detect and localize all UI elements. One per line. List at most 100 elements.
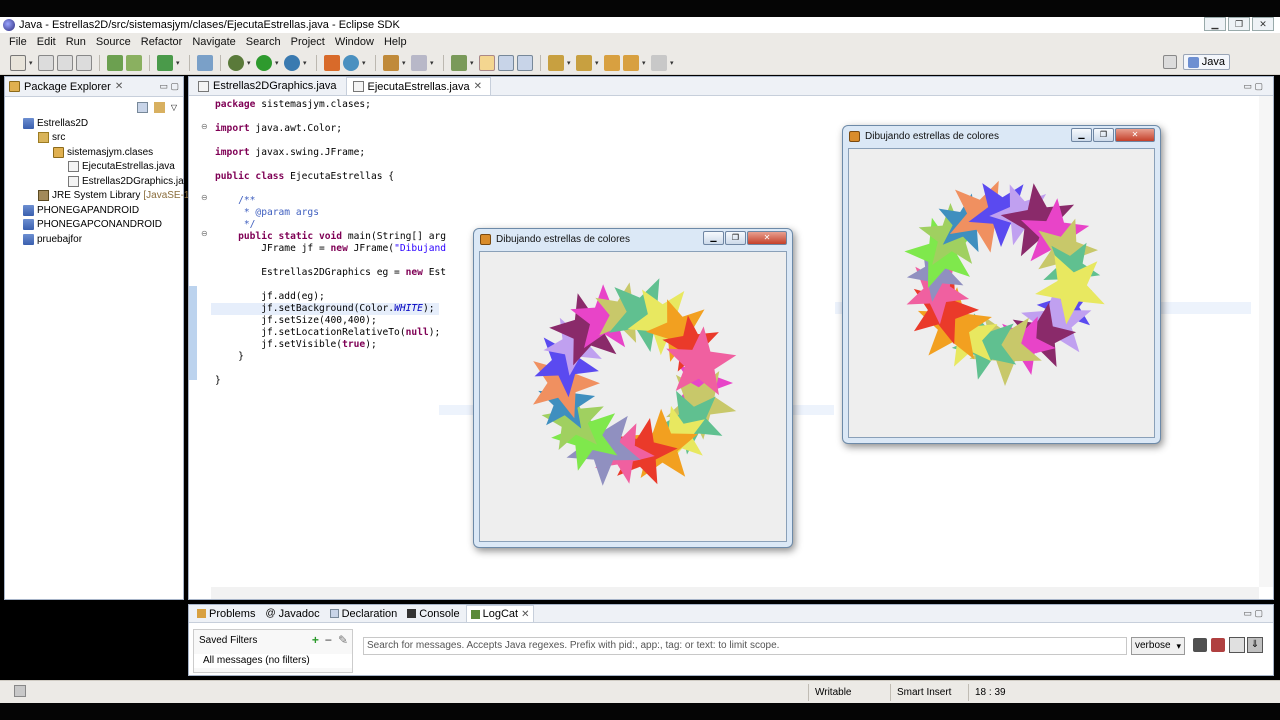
restore-button[interactable]: ❐ bbox=[725, 231, 746, 245]
scroll-lock-icon[interactable]: ⇓ bbox=[1247, 637, 1263, 653]
close-button[interactable]: ✕ bbox=[1115, 128, 1155, 142]
log-level-select[interactable]: verbose bbox=[1131, 637, 1185, 655]
jframe-window[interactable]: Dibujando estrellas de colores ▁ ❐ ✕ bbox=[473, 228, 793, 548]
tab-console[interactable]: Console bbox=[403, 605, 463, 622]
clear-log-icon[interactable] bbox=[1211, 638, 1225, 652]
close-button[interactable]: ✕ bbox=[747, 231, 787, 245]
link-editor-icon[interactable] bbox=[153, 101, 165, 113]
code-line[interactable]: import javax.swing.JFrame; bbox=[215, 147, 365, 158]
tab-problems[interactable]: Problems bbox=[193, 605, 259, 622]
tab-declaration[interactable]: Declaration bbox=[326, 605, 402, 622]
editor-horizontal-scrollbar[interactable] bbox=[211, 587, 1259, 599]
toggle-mark-icon[interactable] bbox=[451, 54, 467, 71]
close-button[interactable]: ✕ bbox=[1252, 17, 1274, 31]
code-line[interactable]: */ bbox=[215, 219, 256, 230]
code-line[interactable]: jf.setVisible(true); bbox=[215, 339, 377, 350]
code-line[interactable]: jf.setLocationRelativeTo(null); bbox=[215, 327, 440, 338]
code-line[interactable]: } bbox=[215, 351, 244, 362]
code-line[interactable]: /** bbox=[215, 195, 255, 206]
task-icon[interactable] bbox=[126, 54, 142, 71]
tree-item[interactable]: EjecutaEstrellas.java bbox=[9, 160, 183, 175]
run-icon[interactable] bbox=[256, 54, 272, 71]
code-line[interactable]: import java.awt.Color; bbox=[215, 123, 342, 134]
menu-window[interactable]: Window bbox=[330, 36, 379, 48]
fast-view-icon[interactable] bbox=[14, 685, 26, 697]
logcat-search-input[interactable]: Search for messages. Accepts Java regexe… bbox=[363, 637, 1127, 655]
tree-item[interactable]: sistemasjym.clases bbox=[9, 145, 183, 160]
checkmark-icon[interactable] bbox=[157, 54, 173, 71]
restore-button[interactable]: ❐ bbox=[1093, 128, 1114, 142]
add-filter-icon[interactable]: + bbox=[312, 633, 319, 647]
minimize-button[interactable]: ▁ bbox=[703, 231, 724, 245]
tab-ejecutaestrellas[interactable]: EjecutaEstrellas.java ✕ bbox=[345, 77, 491, 95]
menu-file[interactable]: File bbox=[4, 36, 32, 48]
menu-source[interactable]: Source bbox=[91, 36, 136, 48]
close-icon[interactable]: ✕ bbox=[115, 81, 123, 92]
open-task-icon[interactable] bbox=[107, 54, 123, 71]
highlight-icon[interactable] bbox=[479, 54, 495, 71]
tree-item[interactable]: PHONEGAPCONANDROID bbox=[9, 218, 183, 233]
filter-item-all-messages[interactable]: All messages (no filters) bbox=[194, 654, 352, 668]
debug-icon[interactable] bbox=[228, 54, 244, 71]
forward-icon[interactable] bbox=[651, 54, 667, 71]
restore-button[interactable]: ❐ bbox=[1228, 17, 1250, 31]
new-java-project-icon[interactable] bbox=[324, 54, 340, 71]
code-line[interactable]: * @param args bbox=[215, 207, 319, 218]
block-select-icon[interactable] bbox=[498, 54, 514, 71]
tree-item[interactable]: JRE System Library [JavaSE-1.7 bbox=[9, 189, 198, 204]
editor-vertical-scrollbar[interactable] bbox=[1259, 96, 1273, 587]
tree-item[interactable]: Estrellas2D bbox=[9, 116, 183, 131]
next-annotation-icon[interactable] bbox=[548, 54, 564, 71]
save-log-icon[interactable] bbox=[1193, 638, 1207, 652]
menu-project[interactable]: Project bbox=[286, 36, 330, 48]
tree-item[interactable]: PHONEGAPANDROID bbox=[9, 203, 183, 218]
menu-navigate[interactable]: Navigate bbox=[187, 36, 240, 48]
menu-search[interactable]: Search bbox=[241, 36, 286, 48]
menu-refactor[interactable]: Refactor bbox=[136, 36, 188, 48]
menu-help[interactable]: Help bbox=[379, 36, 412, 48]
code-line[interactable]: public static void main(String[] arg bbox=[215, 231, 446, 242]
fold-marker[interactable]: ⊖ bbox=[201, 229, 211, 238]
prev-annotation-icon[interactable] bbox=[576, 54, 592, 71]
code-line[interactable]: } bbox=[215, 375, 221, 386]
edit-filter-icon[interactable]: ✎ bbox=[338, 633, 348, 647]
collapse-all-icon[interactable] bbox=[136, 101, 148, 113]
code-line[interactable]: Estrellas2DGraphics eg = new Est bbox=[215, 267, 446, 278]
tab-logcat[interactable]: LogCat ✕ bbox=[465, 605, 535, 622]
minimize-button[interactable]: ▁ bbox=[1204, 17, 1226, 31]
java-perspective-button[interactable]: Java bbox=[1182, 54, 1230, 70]
code-line[interactable]: JFrame jf = new JFrame("Dibujand bbox=[215, 243, 446, 254]
open-perspective-icon[interactable] bbox=[1162, 55, 1177, 69]
menu-run[interactable]: Run bbox=[61, 36, 91, 48]
last-edit-icon[interactable] bbox=[604, 54, 620, 71]
close-icon[interactable]: ✕ bbox=[521, 609, 529, 620]
minimize-view-icon[interactable]: ▭ ▢ bbox=[159, 81, 179, 92]
save-all-icon[interactable] bbox=[57, 54, 73, 71]
remove-filter-icon[interactable]: − bbox=[325, 633, 332, 647]
jframe-window[interactable]: Dibujando estrellas de colores ▁ ❐ ✕ bbox=[842, 125, 1161, 444]
tab-estrellas2dgraphics[interactable]: Estrellas2DGraphics.java bbox=[191, 77, 346, 95]
tree-item[interactable]: src bbox=[9, 131, 183, 146]
minimize-view-icon[interactable]: ▭ ▢ bbox=[1243, 608, 1263, 619]
code-line[interactable]: jf.setSize(400,400); bbox=[215, 315, 377, 326]
minimize-button[interactable]: ▁ bbox=[1071, 128, 1092, 142]
code-line[interactable]: jf.add(eg); bbox=[215, 291, 325, 302]
back-icon[interactable] bbox=[623, 54, 639, 71]
fold-marker[interactable]: ⊖ bbox=[201, 193, 211, 202]
code-line[interactable]: public class EjecutaEstrellas { bbox=[215, 171, 394, 182]
close-icon[interactable]: ✕ bbox=[474, 81, 482, 92]
show-whitespace-icon[interactable] bbox=[517, 54, 533, 71]
tree-item[interactable]: pruebajfor bbox=[9, 232, 183, 247]
code-line[interactable]: jf.setBackground(Color.WHITE); bbox=[215, 303, 434, 314]
minimize-editor-icon[interactable]: ▭ ▢ bbox=[1243, 81, 1263, 92]
fold-marker[interactable]: ⊖ bbox=[201, 122, 211, 131]
refresh-icon[interactable] bbox=[197, 54, 213, 71]
save-icon[interactable] bbox=[38, 54, 54, 71]
external-tools-icon[interactable] bbox=[284, 54, 300, 71]
code-line[interactable]: package sistemasjym.clases; bbox=[215, 99, 371, 110]
menu-edit[interactable]: Edit bbox=[32, 36, 61, 48]
tab-javadoc[interactable]: @ Javadoc bbox=[261, 605, 323, 622]
display-mode-icon[interactable] bbox=[1229, 637, 1245, 653]
print-icon[interactable] bbox=[76, 54, 92, 71]
view-menu-icon[interactable]: ▽ bbox=[171, 103, 177, 112]
